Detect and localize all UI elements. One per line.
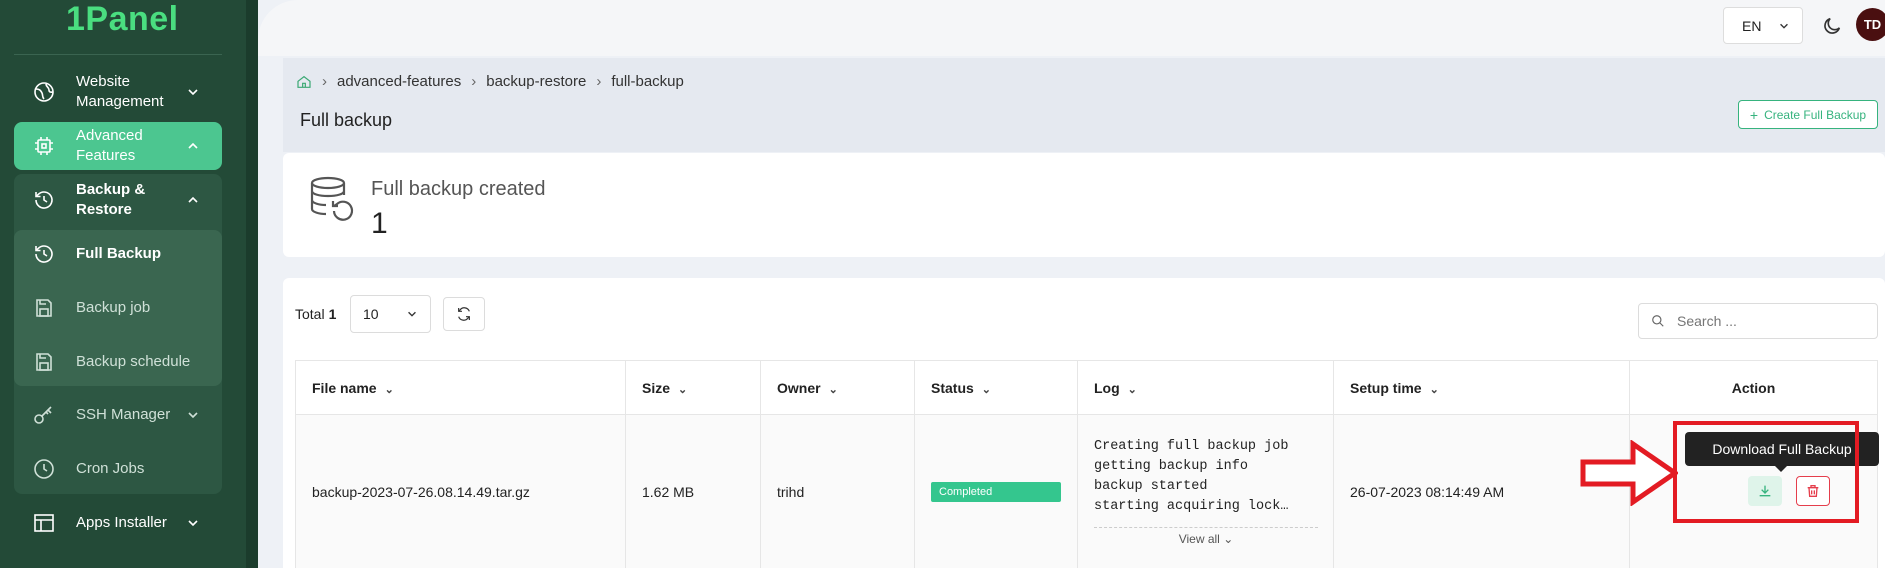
- sidebar-item-website-management[interactable]: Website Management: [14, 68, 222, 116]
- sidebar-item-label: Backup job: [76, 299, 151, 316]
- sidebar-item-label: Website Management: [76, 73, 164, 110]
- chevron-down-icon[interactable]: [186, 516, 200, 530]
- chevron-down-icon: ⌄: [1223, 532, 1234, 546]
- save-icon: [36, 299, 52, 317]
- cpu-icon: [35, 137, 53, 155]
- avatar[interactable]: TD: [1856, 8, 1885, 41]
- sidebar-item-backup-restore[interactable]: Backup & Restore: [14, 180, 222, 220]
- language-select[interactable]: EN: [1723, 7, 1803, 44]
- sidebar-item-label: Full Backup: [76, 245, 162, 262]
- moon-icon[interactable]: [1821, 15, 1843, 37]
- stat-value: 1: [371, 207, 388, 240]
- breadcrumb-separator: ›: [322, 73, 327, 90]
- total-label: Total: [295, 306, 325, 322]
- breadcrumb-item[interactable]: advanced-features: [337, 73, 461, 90]
- stat-label: Full backup created: [371, 178, 546, 200]
- stats-card: [283, 153, 1885, 257]
- sidebar: 1Panel Website Management Advanced Featu…: [0, 0, 258, 568]
- column-header-action: Action: [1629, 360, 1878, 415]
- header-label: Status: [931, 379, 974, 396]
- app-logo[interactable]: 1Panel: [66, 0, 179, 39]
- breadcrumb-separator: ›: [596, 73, 602, 90]
- clock-icon: [34, 459, 54, 479]
- view-all-label: View all: [1178, 532, 1220, 546]
- cell-size: 1.62 MB: [625, 414, 761, 568]
- sidebar-item-apps-installer[interactable]: Apps Installer: [14, 503, 222, 543]
- sidebar-item-full-backup[interactable]: Full Backup: [14, 234, 222, 274]
- search-input[interactable]: [1677, 313, 1857, 329]
- refresh-button[interactable]: [443, 297, 485, 331]
- annotation-arrow-icon: [1580, 440, 1678, 506]
- divider: [14, 54, 222, 55]
- chevron-down-icon: ⌄: [1127, 383, 1137, 396]
- header-label: File name: [312, 379, 377, 396]
- header-label: Size: [642, 379, 671, 396]
- chevron-down-icon: [1780, 23, 1788, 29]
- annotation-highlight-box: [1673, 421, 1859, 523]
- language-value: EN: [1742, 17, 1762, 34]
- header-label: Owner: [777, 379, 821, 396]
- status-badge: Completed: [931, 481, 1061, 502]
- header-label: Log: [1094, 379, 1120, 396]
- topbar: [258, 0, 1885, 56]
- chevron-down-icon[interactable]: [186, 85, 200, 99]
- total-count: Total 1: [295, 306, 336, 322]
- sidebar-item-label: Backup schedule: [76, 353, 191, 370]
- sidebar-item-label: SSH Manager: [76, 406, 171, 423]
- column-header-log[interactable]: Log ⌄: [1077, 360, 1334, 415]
- sidebar-item-label: Cron Jobs: [76, 460, 145, 477]
- database-restore-icon: [310, 176, 354, 221]
- sidebar-item-backup-job[interactable]: Backup job: [14, 288, 222, 328]
- column-header-owner[interactable]: Owner ⌄: [760, 360, 915, 415]
- cell-file-name: backup-2023-07-26.08.14.49.tar.gz: [295, 414, 626, 568]
- chevron-down-icon: ⌄: [1429, 383, 1439, 396]
- create-full-backup-button[interactable]: + Create Full Backup: [1738, 100, 1878, 129]
- page-size-select[interactable]: 10: [350, 295, 431, 333]
- cell-status: Completed: [914, 414, 1078, 568]
- breadcrumb-item[interactable]: backup-restore: [486, 73, 586, 90]
- breadcrumb-separator: ›: [471, 73, 477, 90]
- history-icon: [35, 245, 53, 263]
- column-header-size[interactable]: Size ⌄: [625, 360, 761, 415]
- page-size-value: 10: [363, 306, 379, 322]
- chevron-up-icon[interactable]: [186, 139, 200, 153]
- plus-icon: +: [1749, 106, 1759, 123]
- breadcrumb-item[interactable]: full-backup: [611, 73, 684, 90]
- save-icon: [36, 353, 52, 371]
- sidebar-item-label: Backup & Restore: [76, 181, 146, 218]
- grid-icon: [34, 514, 54, 532]
- cell-log: Creating full backup job getting backup …: [1077, 414, 1334, 568]
- column-header-setup-time[interactable]: Setup time ⌄: [1333, 360, 1630, 415]
- sidebar-item-label: Advanced Features: [76, 127, 143, 164]
- log-text: Creating full backup job getting backup …: [1094, 439, 1289, 514]
- home-icon[interactable]: [296, 74, 312, 90]
- refresh-icon: [458, 307, 470, 321]
- chevron-down-icon: ⌄: [981, 383, 992, 396]
- sidebar-item-label: Apps Installer: [76, 514, 167, 531]
- breadcrumb: › advanced-features › backup-restore › f…: [296, 73, 684, 90]
- view-all-link[interactable]: View all ⌄: [1094, 527, 1318, 546]
- search-icon: [1652, 315, 1664, 327]
- chevron-down-icon: ⌄: [384, 383, 394, 396]
- key-icon: [34, 406, 52, 424]
- cell-owner: trihd: [760, 414, 915, 568]
- chevron-down-icon: ⌄: [678, 383, 688, 396]
- search-box[interactable]: [1638, 303, 1878, 339]
- chevron-up-icon[interactable]: [186, 193, 200, 207]
- page-title: Full backup: [300, 110, 393, 130]
- chevron-down-icon: ⌄: [828, 383, 838, 396]
- total-value: 1: [328, 306, 337, 322]
- column-header-file-name[interactable]: File name ⌄: [295, 360, 626, 415]
- sidebar-item-cron-jobs[interactable]: Cron Jobs: [14, 449, 222, 489]
- sidebar-item-advanced-features[interactable]: Advanced Features: [14, 122, 222, 170]
- create-full-backup-label: Create Full Backup: [1764, 107, 1867, 122]
- header-label: Setup time: [1350, 379, 1422, 396]
- history-icon: [35, 191, 53, 209]
- sidebar-item-ssh-manager[interactable]: SSH Manager: [14, 395, 222, 435]
- chevron-down-icon[interactable]: [186, 408, 200, 422]
- globe-icon: [34, 82, 54, 102]
- chevron-down-icon: [408, 311, 416, 317]
- column-header-status[interactable]: Status ⌄: [914, 360, 1078, 415]
- sidebar-item-backup-schedule[interactable]: Backup schedule: [14, 342, 222, 382]
